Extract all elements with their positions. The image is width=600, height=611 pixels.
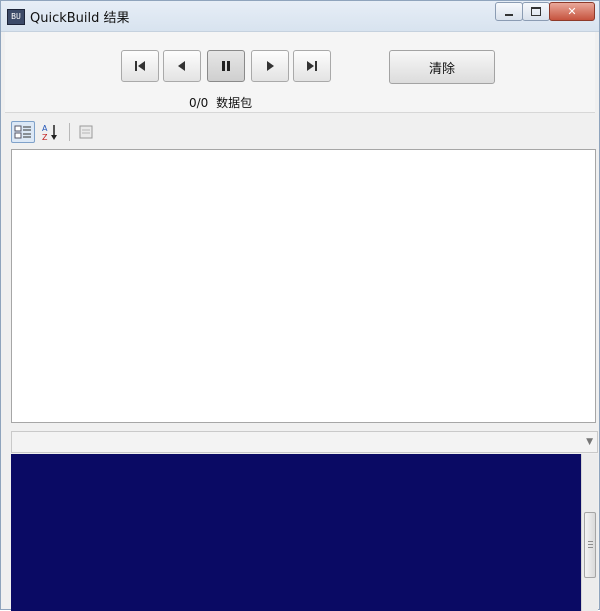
property-grid-toolbar: A Z [7, 119, 595, 147]
property-pages-icon [79, 125, 93, 139]
close-button[interactable]: ✕ [549, 2, 595, 21]
vertical-scrollbar[interactable] [581, 454, 598, 611]
previous-icon [178, 61, 185, 71]
property-pages-button[interactable] [74, 121, 98, 143]
chevron-down-icon[interactable]: ▼ [586, 437, 593, 447]
property-grid[interactable] [11, 149, 596, 423]
window-title: QuickBuild 结果 [30, 11, 130, 26]
maximize-icon [531, 7, 541, 16]
minimize-button[interactable] [495, 2, 523, 21]
first-icon [135, 61, 145, 71]
scrollbar-thumb[interactable] [584, 512, 596, 578]
packet-select-combo[interactable]: ▼ [11, 431, 598, 453]
alphabetical-sort-icon: A Z [42, 124, 57, 141]
svg-text:Z: Z [42, 133, 48, 141]
maximize-button[interactable] [522, 2, 550, 21]
toolbar-separator [69, 123, 70, 141]
close-icon: ✕ [567, 5, 577, 18]
alphabetical-sort-button[interactable]: A Z [38, 121, 62, 143]
window-controls: ✕ [495, 2, 595, 22]
pause-icon [222, 61, 230, 71]
last-icon [307, 61, 317, 71]
next-icon [267, 61, 274, 71]
categorized-button[interactable] [11, 121, 35, 143]
last-packet-button[interactable] [293, 50, 331, 82]
packet-label: 数据包 [216, 96, 253, 110]
packet-counter: 0/0 数据包 [189, 94, 252, 111]
previous-packet-button[interactable] [163, 50, 201, 82]
app-icon: BU [7, 9, 25, 25]
title-bar[interactable]: BU QuickBuild 结果 ✕ [1, 1, 599, 32]
thumb-grip-line [588, 544, 593, 545]
playback-toolbar: 清除 0/0 数据包 [5, 32, 595, 113]
categorized-icon [14, 125, 31, 139]
output-log-panel[interactable] [11, 454, 581, 611]
packet-count: 0/0 [189, 96, 209, 110]
next-packet-button[interactable] [251, 50, 289, 82]
thumb-grip-line [588, 541, 593, 542]
first-packet-button[interactable] [121, 50, 159, 82]
clear-button[interactable]: 清除 [389, 50, 495, 84]
svg-text:A: A [42, 124, 48, 133]
pause-button[interactable] [207, 50, 245, 82]
minimize-icon [505, 13, 513, 16]
quickbuild-results-window: BU QuickBuild 结果 ✕ 清除 0/0 数据包 A Z ▼ [0, 0, 600, 611]
thumb-grip-line [588, 547, 593, 548]
